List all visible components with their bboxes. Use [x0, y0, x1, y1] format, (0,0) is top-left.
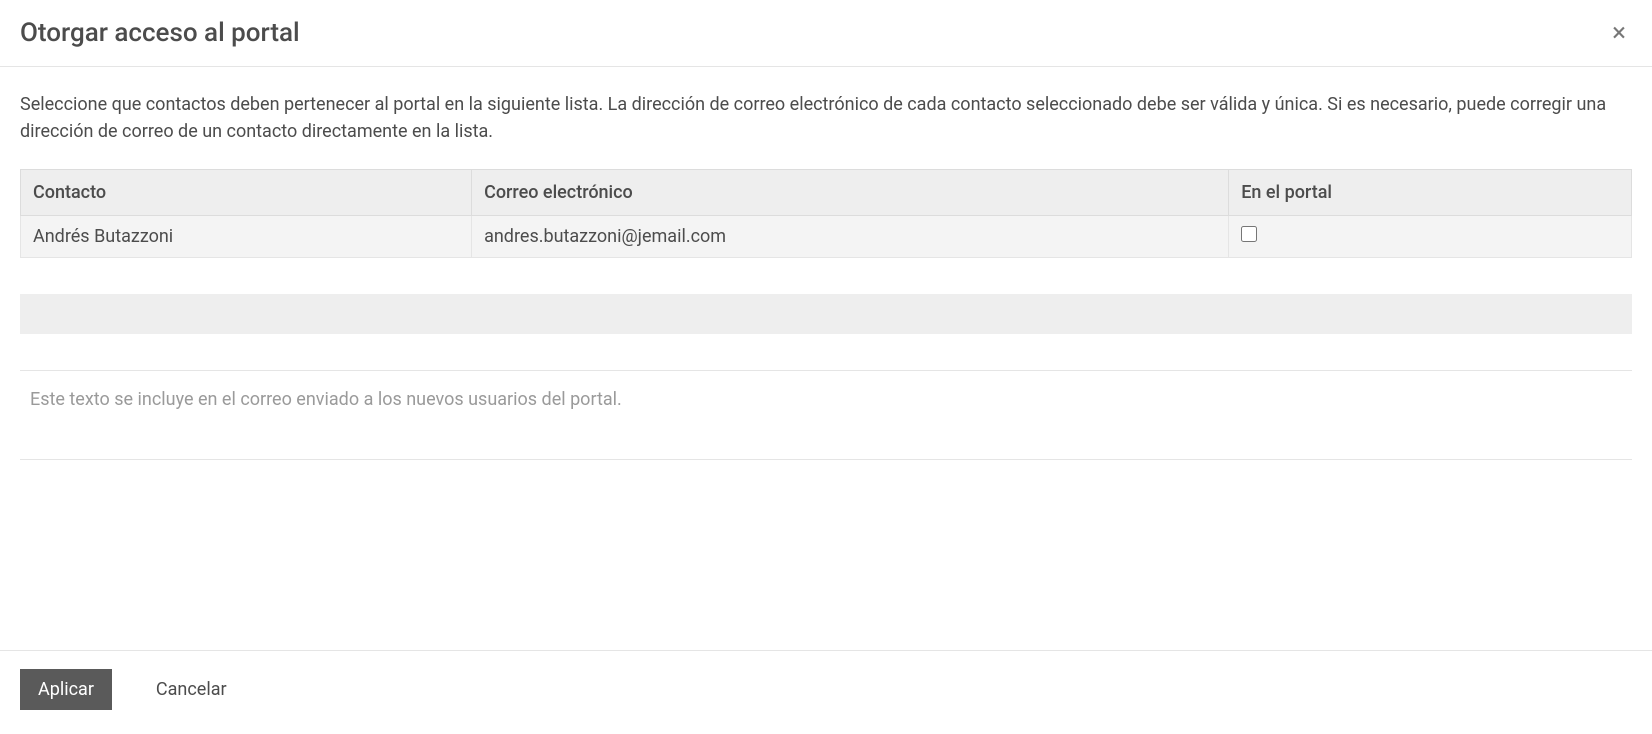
cell-email[interactable]: andres.butazzoni@jemail.com [472, 216, 1229, 258]
contacts-table: Contacto Correo electrónico En el portal… [20, 169, 1632, 258]
instructions-text: Seleccione que contactos deben pertenece… [20, 91, 1632, 145]
welcome-message-input[interactable] [20, 370, 1632, 460]
divider-strip [20, 294, 1632, 334]
apply-button[interactable]: Aplicar [20, 669, 112, 710]
cell-contact[interactable]: Andrés Butazzoni [21, 216, 472, 258]
in-portal-checkbox[interactable] [1241, 226, 1257, 242]
message-box [20, 370, 1632, 464]
modal-footer: Aplicar Cancelar [0, 650, 1652, 734]
col-email: Correo electrónico [472, 170, 1229, 216]
close-icon[interactable]: × [1606, 18, 1632, 48]
col-in-portal: En el portal [1229, 170, 1632, 216]
modal-body: Seleccione que contactos deben pertenece… [0, 67, 1652, 650]
modal-header: Otorgar acceso al portal × [0, 0, 1652, 67]
cancel-button[interactable]: Cancelar [138, 669, 245, 710]
cell-in-portal [1229, 216, 1632, 258]
table-row[interactable]: Andrés Butazzoni andres.butazzoni@jemail… [21, 216, 1632, 258]
table-header-row: Contacto Correo electrónico En el portal [21, 170, 1632, 216]
col-contact: Contacto [21, 170, 472, 216]
modal-title: Otorgar acceso al portal [20, 18, 300, 48]
